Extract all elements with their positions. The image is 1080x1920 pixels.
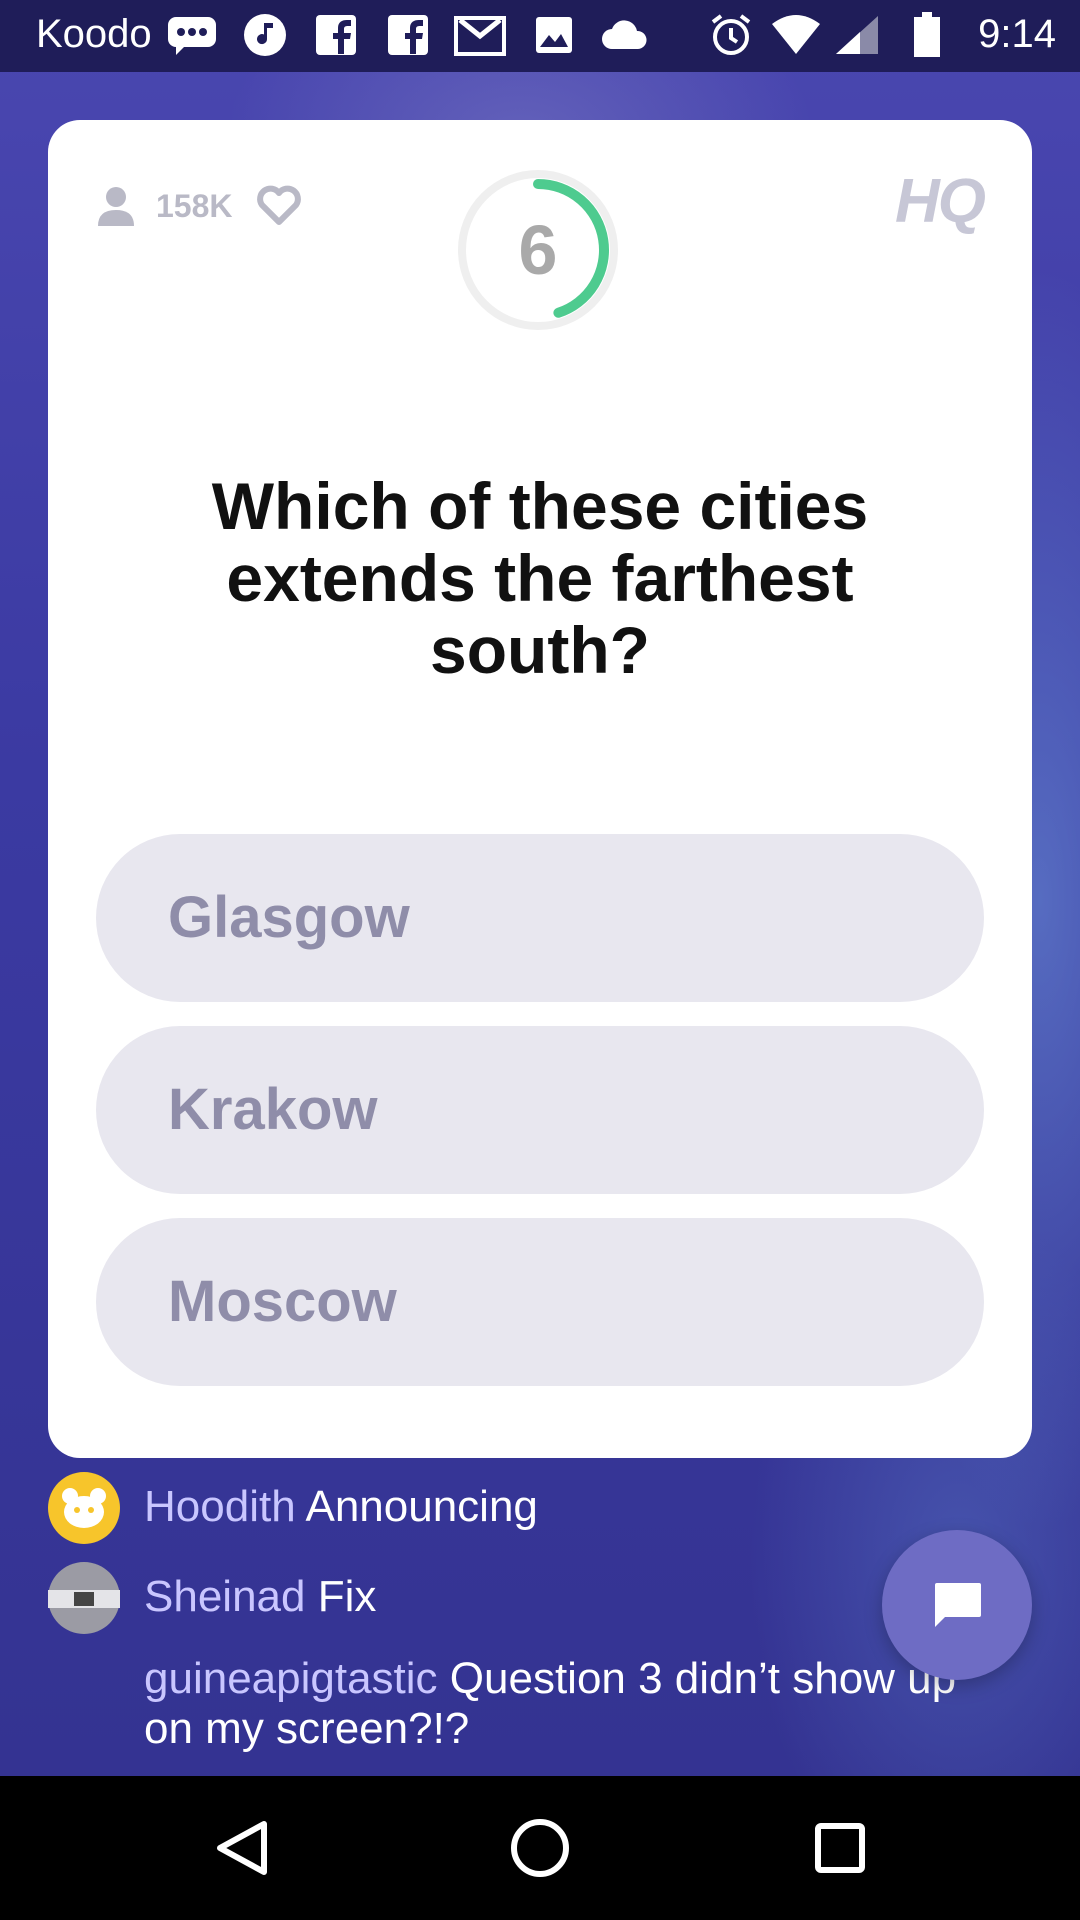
facebook-icon [386,12,430,58]
question-text: Which of these cities extends the farthe… [211,469,869,687]
gmail-icon [454,12,506,58]
clock: 9:14 [978,12,1056,56]
answer-option-3[interactable]: Moscow [96,1218,984,1386]
timer-value: 6 [518,211,558,289]
facebook-icon [314,12,358,58]
heart-icon[interactable] [256,182,302,228]
wifi-icon [770,12,822,58]
chat-text: Announcing [305,1482,538,1531]
chat-bubble-icon [166,12,218,58]
answer-label: Krakow [168,1077,378,1142]
signal-icon [834,12,880,58]
alarm-icon [708,12,754,58]
chat-username: guineapigtastic [144,1654,438,1703]
avatar [48,1562,120,1634]
chat-message: guineapigtastic Question 3 didn’t show u… [144,1654,1004,1754]
chat-username: Hoodith [144,1482,296,1531]
status-bar: Koodo 9:14 [0,0,1080,72]
answer-label: Moscow [168,1269,397,1334]
carrier-label: Koodo [36,12,152,56]
chat-username: Sheinad [144,1572,306,1621]
music-icon [242,12,288,58]
answer-label: Glasgow [168,885,410,950]
answer-option-2[interactable]: Krakow [96,1026,984,1194]
battery-icon [912,12,942,58]
person-icon [94,184,138,228]
answer-option-1[interactable]: Glasgow [96,834,984,1002]
chat-message: Hoodith Announcing [144,1482,538,1532]
chat-text: Fix [317,1572,377,1621]
chat-bubble-icon [935,1583,981,1627]
image-icon [532,12,576,58]
recents-icon[interactable] [804,1812,876,1884]
cloud-icon [600,12,650,58]
avatar [48,1472,120,1544]
hq-logo: HQ [895,167,986,236]
question-card: 158K 6 HQ Which of these cities extends … [48,120,1032,1458]
chat-message: Sheinad Fix [144,1572,376,1622]
home-icon[interactable] [504,1812,576,1884]
viewer-count: 158K [156,188,233,224]
chat-button[interactable] [882,1530,1032,1680]
back-icon[interactable] [206,1812,278,1884]
navigation-bar [0,1776,1080,1920]
